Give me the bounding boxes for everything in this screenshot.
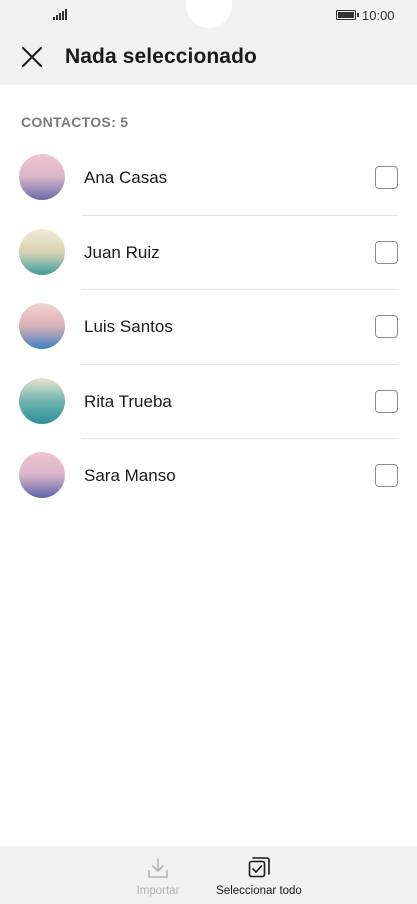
close-icon (22, 47, 42, 67)
contact-name: Luis Santos (84, 317, 173, 336)
app-bar: Nada seleccionado (0, 30, 417, 85)
status-time: 10:00 (362, 8, 395, 23)
contact-name: Ana Casas (84, 168, 168, 187)
contact-checkbox[interactable] (375, 389, 398, 413)
status-bar: 10:00 (0, 0, 417, 30)
contact-checkbox[interactable] (375, 240, 398, 264)
contact-name: Rita Trueba (84, 391, 172, 411)
import-button[interactable]: Importar (128, 846, 188, 904)
page-title: Nada seleccionado (65, 45, 257, 68)
contact-row[interactable]: Juan Ruiz (0, 216, 417, 290)
contact-name: Juan Ruiz (84, 242, 160, 262)
avatar (19, 452, 65, 498)
contact-checkbox[interactable] (375, 166, 398, 189)
avatar (19, 303, 65, 349)
contact-checkbox[interactable] (375, 464, 398, 487)
close-button[interactable] (14, 41, 50, 73)
contact-row[interactable]: Ana Casas (0, 141, 417, 216)
avatar (19, 154, 65, 200)
select-all-label: Seleccionar todo (216, 885, 302, 897)
contact-row[interactable]: Rita Trueba (0, 365, 417, 439)
avatar (19, 228, 65, 275)
import-label: Importar (136, 885, 180, 897)
bottom-action-bar: Importar Seleccionar todo (0, 846, 417, 904)
contacts-list: Ana Casas Juan Ruiz Luis Santos Rita Tru… (0, 141, 417, 514)
select-all-icon (248, 857, 270, 878)
select-all-button[interactable]: Seleccionar todo (207, 846, 311, 904)
download-icon (148, 858, 168, 878)
contact-row[interactable]: Sara Manso (0, 439, 417, 514)
contact-name: Sara Manso (84, 466, 176, 485)
battery-icon (336, 10, 359, 20)
contact-checkbox[interactable] (375, 315, 398, 338)
contact-row[interactable]: Luis Santos (0, 290, 417, 365)
avatar (19, 377, 65, 424)
signal-icon (53, 8, 67, 20)
camera-notch (186, 0, 232, 28)
contacts-count-label: CONTACTOS: 5 (21, 114, 129, 130)
